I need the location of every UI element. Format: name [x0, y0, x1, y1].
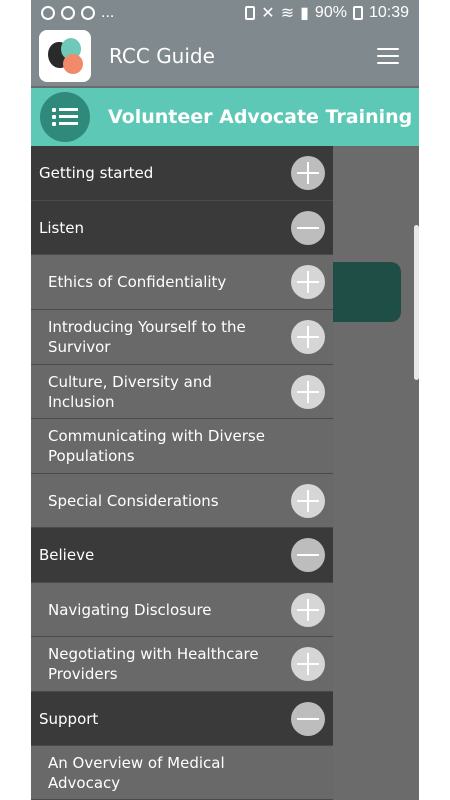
list-icon	[52, 107, 78, 127]
drawer-subitem-communicating[interactable]: Communicating with Diverse Populations	[31, 419, 333, 474]
drawer-subitem-medical-advocacy[interactable]: An Overview of Medical Advocacy	[31, 746, 333, 800]
podcast-icon	[61, 6, 75, 20]
drawer-subitem-culture[interactable]: Culture, Diversity and Inclusion	[31, 365, 333, 419]
navigation-drawer: Getting started Listen Ethics of Confide…	[31, 146, 333, 800]
battery-icon	[352, 6, 363, 20]
phone-frame: ... ✕ ≋ ▮ 90% 10:39 RCC Guide Volunteer …	[0, 0, 450, 800]
drawer-item-label: Getting started	[39, 164, 154, 182]
wifi-icon: ≋	[280, 5, 295, 22]
drawer-item-getting-started[interactable]: Getting started	[31, 146, 333, 201]
drawer-item-label: Believe	[39, 546, 95, 564]
expand-plus-icon[interactable]	[291, 483, 325, 518]
drawer-subitem-ethics[interactable]: Ethics of Confidentiality	[31, 255, 333, 310]
drawer-item-label: Listen	[39, 218, 84, 237]
battery-saver-icon	[245, 6, 256, 20]
drawer-item-label: Support	[39, 709, 99, 728]
clock-time: 10:39	[368, 4, 409, 21]
app-bar: RCC Guide	[31, 26, 419, 86]
drawer-item-label: Special Considerations	[48, 491, 219, 510]
expand-plus-icon[interactable]	[291, 265, 325, 299]
mute-icon: ✕	[261, 5, 275, 22]
drawer-item-listen[interactable]: Listen	[31, 201, 333, 255]
drawer-subitem-negotiating[interactable]: Negotiating with Healthcare Providers	[31, 637, 333, 692]
expand-plus-icon[interactable]	[291, 647, 325, 681]
drawer-item-believe[interactable]: Believe	[31, 528, 333, 583]
collapse-minus-icon[interactable]	[291, 538, 325, 572]
collapse-minus-icon[interactable]	[291, 701, 325, 736]
status-right-icons: ✕ ≋ ▮ 90% 10:39	[245, 3, 409, 23]
drawer-subitem-special[interactable]: Special Considerations	[31, 474, 333, 528]
app-screen: ... ✕ ≋ ▮ 90% 10:39 RCC Guide Volunteer …	[31, 0, 419, 800]
status-bar: ... ✕ ≋ ▮ 90% 10:39	[31, 0, 419, 26]
drawer-item-label: Introducing Yourself to the Survivor	[48, 318, 246, 356]
drawer-item-label: Negotiating with Healthcare Providers	[48, 645, 259, 683]
background-card	[329, 262, 401, 322]
whatsapp-icon	[41, 6, 55, 20]
app-title: RCC Guide	[109, 44, 215, 68]
drawer-subitem-navigating[interactable]: Navigating Disclosure	[31, 583, 333, 637]
list-icon-button[interactable]	[40, 92, 90, 142]
scrollbar[interactable]	[414, 225, 419, 380]
status-overflow: ...	[101, 4, 115, 21]
app-logo	[39, 30, 91, 82]
podcast-icon	[81, 6, 95, 20]
status-left-icons: ...	[41, 4, 114, 22]
drawer-item-support[interactable]: Support	[31, 692, 333, 746]
drawer-item-label: Communicating with Diverse Populations	[48, 427, 265, 465]
section-header[interactable]: Volunteer Advocate Training	[31, 88, 419, 146]
drawer-item-label: Ethics of Confidentiality	[48, 273, 227, 291]
signal-icon: ▮	[300, 5, 309, 22]
drawer-item-label: Culture, Diversity and Inclusion	[48, 372, 212, 411]
hamburger-menu-icon[interactable]	[377, 48, 399, 64]
expand-plus-icon[interactable]	[291, 374, 325, 409]
drawer-item-label: Navigating Disclosure	[48, 600, 212, 619]
expand-plus-icon[interactable]	[291, 592, 325, 627]
collapse-minus-icon[interactable]	[291, 210, 325, 245]
drawer-subitem-introducing[interactable]: Introducing Yourself to the Survivor	[31, 310, 333, 365]
drawer-item-label: An Overview of Medical Advocacy	[48, 753, 225, 792]
expand-plus-icon[interactable]	[291, 156, 325, 190]
section-title: Volunteer Advocate Training	[108, 106, 413, 128]
expand-plus-icon[interactable]	[291, 320, 325, 354]
battery-percent: 90%	[314, 4, 347, 21]
